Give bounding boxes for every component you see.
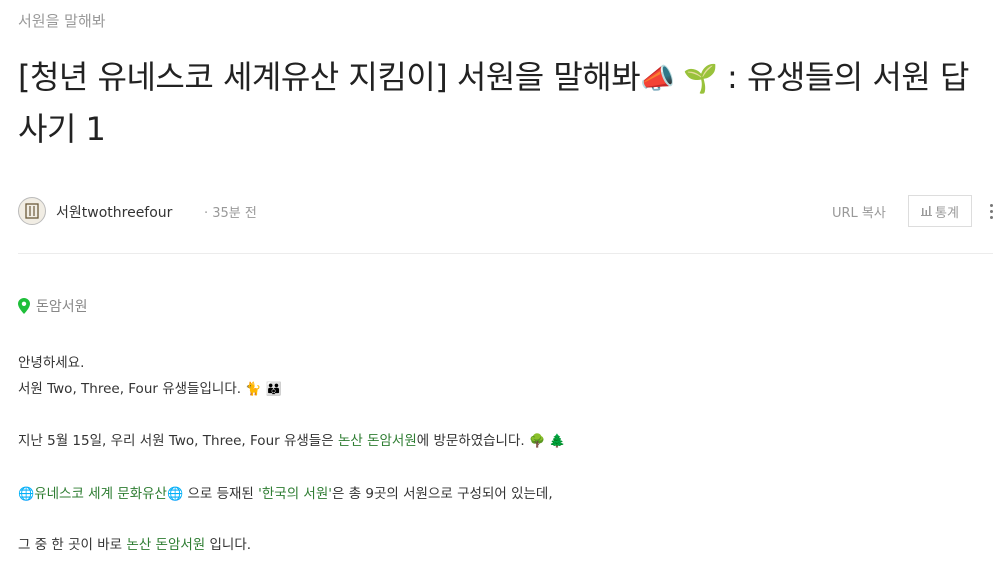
last-link[interactable]: 논산 돈암서원 [126, 537, 205, 553]
heritage-text: 으로 등재된 [183, 486, 259, 502]
heritage-link[interactable]: 유네스코 세계 문화유산 [34, 486, 167, 502]
visit-text-suffix: 에 방문하였습니다. [416, 433, 525, 449]
category-label[interactable]: 서원을 말해봐 [18, 10, 106, 31]
last-text: 그 중 한 곳이 바로 [18, 537, 127, 553]
author-name[interactable]: 서원twothreefour [56, 202, 172, 222]
url-copy-button[interactable]: URL 복사 [832, 202, 886, 221]
map-pin-icon [18, 298, 30, 314]
globe-icon: 🌐 [18, 487, 35, 502]
stats-label: 통계 [935, 205, 959, 221]
title-emoji: 📣 🌱 [640, 62, 718, 95]
intro-emoji: 🐈 👪 [245, 382, 282, 397]
avatar-icon [25, 203, 39, 219]
last-text-suffix: 입니다. [205, 537, 252, 553]
visit-link[interactable]: 논산 돈암서원 [338, 433, 417, 449]
visit-emoji: 🌳 🌲 [529, 434, 566, 449]
body-heritage: 🌐유네스코 세계 문화유산🌐 으로 등재된 '한국의 서원'은 총 9곳의 서원… [18, 482, 553, 502]
bar-chart-icon [921, 206, 933, 216]
location-tag[interactable]: 돈암서원 [18, 296, 88, 316]
more-options-icon[interactable] [984, 195, 998, 227]
post-title: [청년 유네스코 세계유산 지킴이] 서원을 말해봐📣 🌱 : 유생들의 서원 … [18, 52, 993, 154]
avatar[interactable] [18, 197, 46, 225]
globe-icon: 🌐 [166, 487, 184, 502]
divider [18, 253, 993, 254]
intro-text: 서원 Two, Three, Four 유생들입니다. [18, 381, 242, 397]
location-name: 돈암서원 [36, 299, 88, 315]
body-greeting: 안녕하세요. [18, 355, 85, 371]
visit-text: 지난 5월 15일, 우리 서원 Two, Three, Four 유생들은 [18, 433, 338, 449]
heritage-text-suffix: 은 총 9곳의 서원으로 구성되어 있는데, [331, 486, 553, 502]
author-row: 서원twothreefour · 35분 전 URL 복사 통계 [18, 195, 998, 227]
title-text: [청년 유네스코 세계유산 지킴이] 서원을 말해봐 [18, 58, 641, 96]
stats-button[interactable]: 통계 [908, 195, 972, 227]
body-last: 그 중 한 곳이 바로 논산 돈암서원 입니다. [18, 533, 251, 553]
post-time: · 35분 전 [204, 206, 257, 221]
body-visit: 지난 5월 15일, 우리 서원 Two, Three, Four 유생들은 논… [18, 429, 566, 449]
heritage-quote: '한국의 서원' [258, 486, 332, 502]
body-intro: 서원 Two, Three, Four 유생들입니다. 🐈 👪 [18, 377, 282, 397]
